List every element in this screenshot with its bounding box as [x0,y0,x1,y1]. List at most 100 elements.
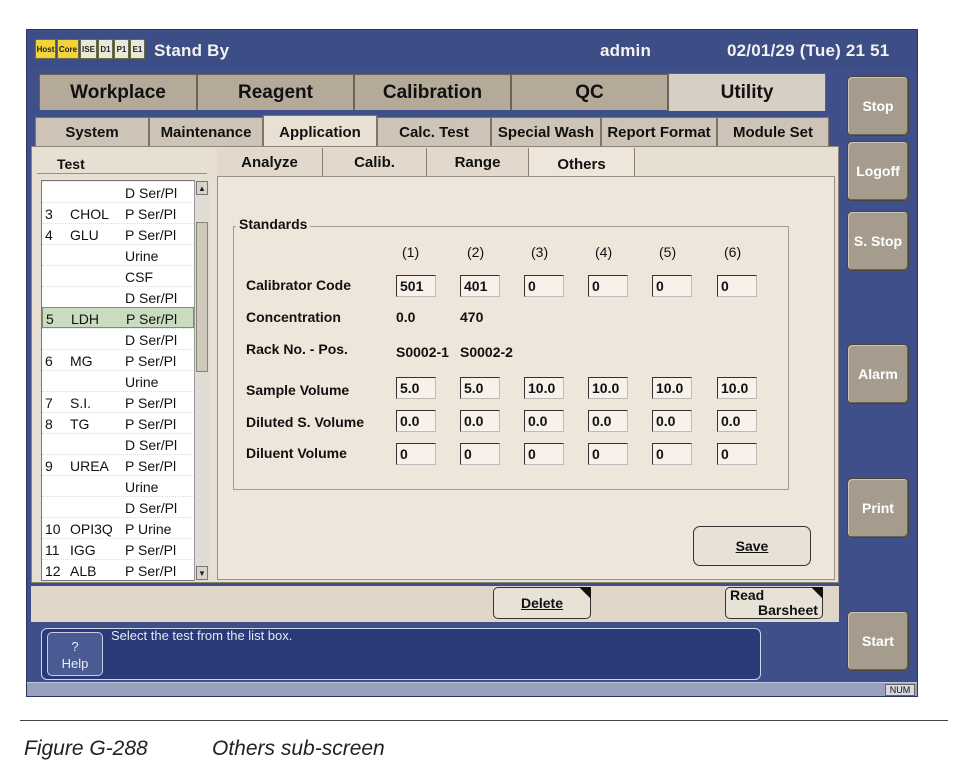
diluted-volume-field-1[interactable]: 0.0 [396,410,436,432]
tab-utility[interactable]: Utility [668,73,826,111]
scroll-up-icon[interactable]: ▲ [196,181,208,195]
sample-volume-field-2[interactable]: 5.0 [460,377,500,399]
rack-pos-value-1: S0002-1 [396,344,449,360]
list-item[interactable]: 8 TG P Ser/Pl [42,412,194,433]
list-item[interactable]: 12 ALB P Ser/Pl [42,559,194,580]
calibrator-code-field-5[interactable]: 0 [652,275,692,297]
tab-analyze[interactable]: Analyze [217,148,323,176]
calibrator-code-field-4[interactable]: 0 [588,275,628,297]
calibrator-code-field-3[interactable]: 0 [524,275,564,297]
list-item[interactable]: D Ser/Pl [42,286,194,307]
delete-button[interactable]: Delete [493,587,591,619]
list-item[interactable]: 3 CHOL P Ser/Pl [42,202,194,223]
sample-type: P Ser/Pl [125,227,177,243]
diluent-volume-field-2[interactable]: 0 [460,443,500,465]
list-item[interactable]: CSF [42,265,194,286]
alarm-button[interactable]: Alarm [847,344,909,404]
diluted-volume-field-3[interactable]: 0.0 [524,410,564,432]
tab-reagent[interactable]: Reagent [197,74,354,110]
test-name: ALB [70,563,97,579]
action-bar [31,586,839,622]
calibrator-code-field-2[interactable]: 401 [460,275,500,297]
tab-calibration[interactable]: Calibration [354,74,511,110]
list-item[interactable]: D Ser/Pl [42,496,194,517]
test-number: 3 [45,206,53,222]
subtab-maintenance[interactable]: Maintenance [149,117,263,146]
subtab-module-set[interactable]: Module Set [717,117,829,146]
read-barsheet-button[interactable]: Read Barsheet [725,587,823,619]
diluent-volume-field-1[interactable]: 0 [396,443,436,465]
test-name: GLU [70,227,99,243]
tab-qc[interactable]: QC [511,74,668,110]
sample-volume-field-1[interactable]: 5.0 [396,377,436,399]
diluent-volume-label: Diluent Volume [246,445,347,461]
test-number: 10 [45,521,61,537]
test-number: 4 [45,227,53,243]
subtab-application[interactable]: Application [263,115,377,148]
diluent-volume-field-6[interactable]: 0 [717,443,757,465]
save-button[interactable]: Save [693,526,811,566]
test-number: 12 [45,563,61,579]
logoff-button[interactable]: Logoff [847,141,909,201]
diluted-volume-field-5[interactable]: 0.0 [652,410,692,432]
test-name: LDH [71,311,100,327]
subtab-system[interactable]: System [35,117,149,146]
sample-type: P Ser/Pl [125,206,177,222]
test-list-scrollbar[interactable]: ▲ ▼ [194,180,209,581]
sample-volume-field-3[interactable]: 10.0 [524,377,564,399]
tab-range[interactable]: Range [427,148,529,176]
corner-mark-icon [811,587,823,599]
test-listbox[interactable]: D Ser/Pl 3 CHOL P Ser/Pl 4 GLU P Ser/Pl Urine CS… [41,180,209,581]
list-item[interactable]: D Ser/Pl [42,433,194,454]
subtab-report-format[interactable]: Report Format [601,117,717,146]
tab-calib[interactable]: Calib. [323,148,427,176]
list-item[interactable]: 6 MG P Ser/Pl [42,349,194,370]
start-button[interactable]: Start [847,611,909,671]
sample-volume-label: Sample Volume [246,382,350,398]
standards-label: Standards [236,216,311,232]
diluted-volume-field-4[interactable]: 0.0 [588,410,628,432]
calibrator-code-field-6[interactable]: 0 [717,275,757,297]
sample-volume-field-4[interactable]: 10.0 [588,377,628,399]
stop-button[interactable]: Stop [847,76,909,136]
column-header-5: (5) [659,244,677,260]
host-indicator: Host [35,39,56,59]
help-button[interactable]: ? Help [47,632,103,676]
test-name: CHOL [70,206,109,222]
list-item[interactable]: 4 GLU P Ser/Pl [42,223,194,244]
sample-type: Urine [125,374,159,390]
s-stop-button[interactable]: S. Stop [847,211,909,271]
list-item[interactable]: 5 LDH P Ser/Pl [42,307,194,328]
diluent-volume-field-4[interactable]: 0 [588,443,628,465]
subtab-calc-test[interactable]: Calc. Test [377,117,491,146]
list-item[interactable]: D Ser/Pl [42,328,194,349]
diluted-volume-field-6[interactable]: 0.0 [717,410,757,432]
list-item[interactable]: Urine [42,244,194,265]
calibrator-code-label: Calibrator Code [246,277,352,293]
sample-volume-field-6[interactable]: 10.0 [717,377,757,399]
diluent-volume-field-3[interactable]: 0 [524,443,564,465]
list-item[interactable]: D Ser/Pl [42,181,194,202]
sample-type: P Ser/Pl [125,458,177,474]
save-button-label: Save [735,538,769,554]
list-item[interactable]: 7 S.I. P Ser/Pl [42,391,194,412]
scroll-thumb[interactable] [196,222,208,372]
list-item[interactable]: 10 OPI3Q P Urine [42,517,194,538]
diluted-volume-field-2[interactable]: 0.0 [460,410,500,432]
list-item[interactable]: Urine [42,370,194,391]
calibrator-code-field-1[interactable]: 501 [396,275,436,297]
column-header-4: (4) [595,244,613,260]
subtab-special-wash[interactable]: Special Wash [491,117,601,146]
tab-workplace[interactable]: Workplace [39,74,197,110]
sample-type: D Ser/Pl [125,290,178,306]
column-header-1: (1) [402,244,420,260]
scroll-down-icon[interactable]: ▼ [196,566,208,580]
list-item[interactable]: Urine [42,475,194,496]
list-item[interactable]: 9 UREA P Ser/Pl [42,454,194,475]
sample-volume-field-5[interactable]: 10.0 [652,377,692,399]
diluent-volume-field-5[interactable]: 0 [652,443,692,465]
e1-indicator: E1 [130,39,145,59]
list-item[interactable]: 11 IGG P Ser/Pl [42,538,194,559]
print-button[interactable]: Print [847,478,909,538]
d1-indicator: D1 [98,39,113,59]
